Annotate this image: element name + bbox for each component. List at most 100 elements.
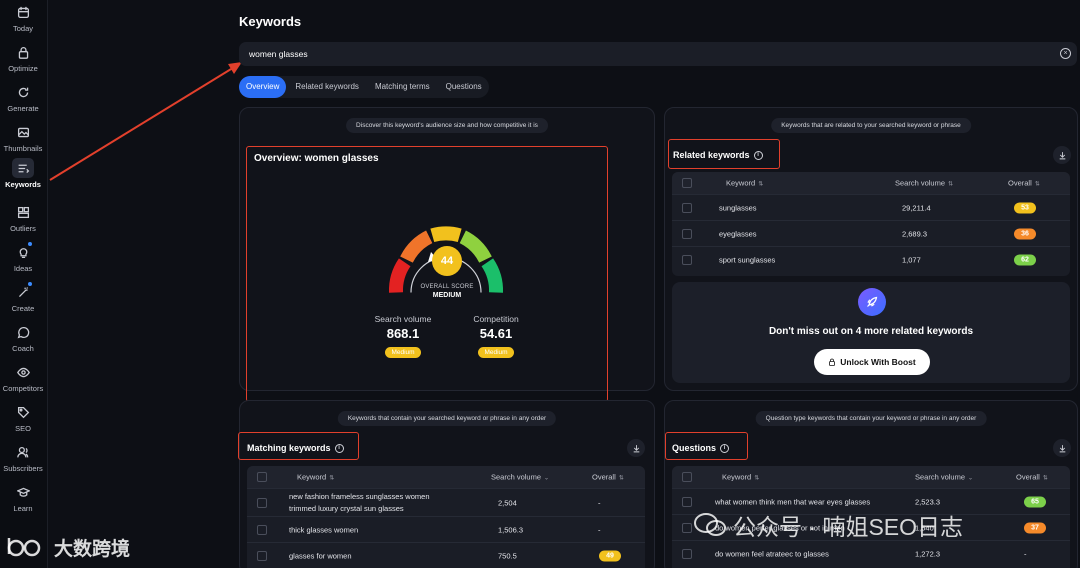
column-header-keyword[interactable]: Keyword ⇅ <box>722 473 759 482</box>
row-checkbox[interactable] <box>257 497 267 508</box>
sidebar-item-label: SEO <box>15 424 31 433</box>
column-header-overall[interactable]: Overall ⇅ <box>1016 473 1048 482</box>
sidebar-item-ideas[interactable]: Ideas <box>0 242 46 280</box>
image-icon <box>12 122 34 142</box>
notification-dot <box>28 282 32 286</box>
sidebar-item-generate[interactable]: Generate <box>0 82 46 120</box>
volume-cell: 2,689.3 <box>902 229 928 238</box>
sort-icon: ⇅ <box>329 475 335 482</box>
keyword-cell: eyeglasses <box>719 229 757 238</box>
sidebar-item-today[interactable]: Today <box>0 2 46 40</box>
watermark-right: 公众号 · 喃姐SEO日志 <box>693 508 963 542</box>
table-row[interactable]: new fashion frameless sunglasses women t… <box>247 488 645 516</box>
overall-badge: 36 <box>1014 228 1036 239</box>
competition-badge: Medium <box>478 347 514 358</box>
sidebar-item-outliers[interactable]: Outliers <box>0 202 46 240</box>
questions-title-wrap: Questions i <box>672 443 730 453</box>
table-row[interactable]: glasses for women 750.5 49 <box>247 542 645 568</box>
overall-cell: - <box>598 525 601 534</box>
info-icon[interactable]: i <box>753 150 763 160</box>
row-checkbox[interactable] <box>682 228 692 239</box>
keyword-cell: what women think men that wear eyes glas… <box>715 497 871 506</box>
download-matching-button[interactable] <box>627 439 645 457</box>
graduation-cap-icon <box>12 482 34 502</box>
keyword-cell: sunglasses <box>719 203 757 212</box>
users-icon <box>12 442 34 462</box>
search-highlight <box>239 42 1077 66</box>
row-checkbox[interactable] <box>682 202 692 213</box>
download-related-button[interactable] <box>1053 146 1071 164</box>
sidebar-item-keywords[interactable]: Keywords <box>0 158 46 196</box>
select-all-checkbox[interactable] <box>682 472 692 482</box>
row-checkbox[interactable] <box>682 548 692 559</box>
row-checkbox[interactable] <box>682 522 692 533</box>
rocket-icon <box>858 288 886 316</box>
competition-label: Competition <box>473 314 519 324</box>
info-icon[interactable]: i <box>720 443 730 453</box>
volume-cell: 2,523.3 <box>915 497 941 506</box>
volume-cell: 1,077 <box>902 255 921 264</box>
related-keywords-title-wrap: Related keywords i <box>673 150 763 160</box>
chat-icon <box>12 322 34 342</box>
sort-icon: ⇅ <box>1034 181 1040 188</box>
column-header-search-volume[interactable]: Search volume ⌄ <box>915 473 973 482</box>
select-all-checkbox[interactable] <box>682 178 692 188</box>
table-row[interactable]: sport sunglasses 1,077 62 <box>672 246 1070 272</box>
column-header-keyword[interactable]: Keyword ⇅ <box>726 179 763 188</box>
tab-matching-terms[interactable]: Matching terms <box>368 76 437 98</box>
table-row[interactable]: sunglasses 29,211.4 53 <box>672 194 1070 220</box>
overall-score-value: 44 <box>432 246 462 276</box>
sidebar-item-competitors[interactable]: Competitors <box>0 362 46 400</box>
overall-score-label: OVERALL SCORE <box>420 284 474 290</box>
row-checkbox[interactable] <box>682 496 692 507</box>
sidebar-item-optimize[interactable]: Optimize <box>0 42 46 80</box>
matching-keywords-title: Matching keywords <box>247 443 331 453</box>
tab-questions[interactable]: Questions <box>439 76 489 98</box>
unlock-with-boost-button[interactable]: Unlock With Boost <box>814 349 930 375</box>
related-description-pill: Keywords that are related to your search… <box>771 118 971 133</box>
column-header-search-volume[interactable]: Search volume ⇅ <box>895 179 953 188</box>
keywords-icon <box>12 158 34 178</box>
row-checkbox[interactable] <box>682 254 692 265</box>
sidebar-item-label: Keywords <box>5 180 41 189</box>
download-questions-button[interactable] <box>1053 439 1071 457</box>
overall-cell: - <box>1024 549 1027 558</box>
sort-icon: ⇅ <box>754 475 760 482</box>
keyword-cell: do women feel atrateec to glasses <box>715 549 829 558</box>
refresh-icon <box>12 82 34 102</box>
table-row[interactable]: eyeglasses 2,689.3 36 <box>672 220 1070 246</box>
row-checkbox[interactable] <box>257 550 267 561</box>
questions-title: Questions <box>672 443 717 453</box>
row-checkbox[interactable] <box>257 524 267 535</box>
table-row[interactable]: do women feel atrateec to glasses 1,272.… <box>672 540 1070 566</box>
matching-description-pill: Keywords that contain your searched keyw… <box>337 411 557 426</box>
column-header-search-volume[interactable]: Search volume ⌄ <box>491 473 549 482</box>
column-header-keyword[interactable]: Keyword ⇅ <box>297 473 334 482</box>
select-all-checkbox[interactable] <box>257 472 267 482</box>
wechat-icon <box>694 513 726 536</box>
competition-metric: Competition 54.61 Medium <box>451 314 541 359</box>
sidebar-item-create[interactable]: Create <box>0 282 46 320</box>
tab-overview[interactable]: Overview <box>239 76 287 98</box>
sidebar: Today Optimize Generate Thumbnails Keywo… <box>0 0 48 568</box>
column-header-overall[interactable]: Overall ⇅ <box>1008 179 1040 188</box>
overall-badge: 49 <box>599 550 621 561</box>
overview-description-pill: Discover this keyword's audience size an… <box>346 118 548 133</box>
sidebar-item-coach[interactable]: Coach <box>0 322 46 360</box>
table-row[interactable]: thick glasses women 1,506.3 - <box>247 516 645 542</box>
sidebar-item-seo[interactable]: SEO <box>0 402 46 440</box>
sidebar-item-learn[interactable]: Learn <box>0 482 46 520</box>
column-header-overall[interactable]: Overall ⇅ <box>592 473 624 482</box>
sidebar-item-thumbnails[interactable]: Thumbnails <box>0 122 46 160</box>
annotation-arrow <box>49 62 242 181</box>
sort-icon: ⇅ <box>618 475 624 482</box>
tab-related-keywords[interactable]: Related keywords <box>288 76 366 98</box>
overall-score-level: MEDIUM <box>432 292 462 299</box>
info-icon[interactable]: i <box>334 443 344 453</box>
sidebar-item-label: Thumbnails <box>3 144 43 153</box>
watermark-logo-icon <box>7 538 41 557</box>
download-icon <box>1059 444 1065 452</box>
volume-cell: 2,504 <box>498 498 517 507</box>
sidebar-item-label: Create <box>11 304 35 313</box>
sidebar-item-subscribers[interactable]: Subscribers <box>0 442 46 480</box>
